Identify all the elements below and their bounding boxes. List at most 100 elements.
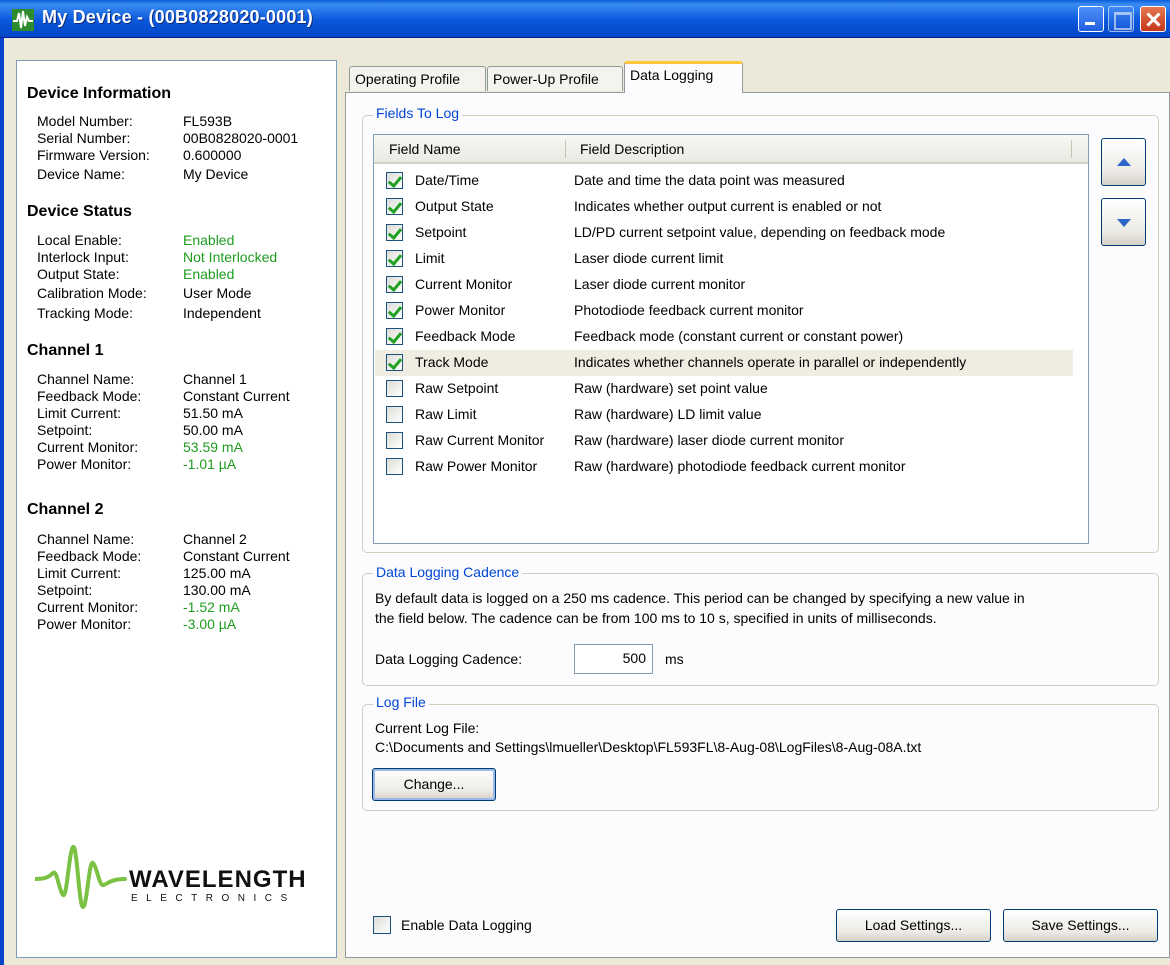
field-description: LD/PD current setpoint value, depending … [574, 224, 946, 240]
current-log-file-path: C:\Documents and Settings\lmueller\Deskt… [375, 739, 922, 755]
tab-operating-profile[interactable]: Operating Profile [349, 66, 486, 91]
field-description: Laser diode current limit [574, 250, 724, 266]
cadence-unit: ms [665, 651, 684, 667]
move-up-button[interactable] [1101, 138, 1146, 186]
ch1-name-label: Channel Name: [37, 371, 135, 387]
fields-list-header: Field Name Field Description [374, 135, 1088, 164]
ch1-power-monitor-value: -1.01 µA [183, 456, 237, 472]
serial-number-label: Serial Number: [37, 130, 131, 146]
move-down-button[interactable] [1101, 198, 1146, 246]
ch2-feedback-mode-label: Feedback Mode: [37, 548, 142, 564]
firmware-version-value: 0.600000 [183, 147, 242, 163]
ch2-name-value: Channel 2 [183, 531, 247, 547]
interlock-input-label: Interlock Input: [37, 249, 129, 265]
enable-data-logging-checkbox[interactable] [373, 916, 391, 934]
ch1-limit-current-value: 51.50 mA [183, 405, 243, 421]
field-name: Current Monitor [415, 276, 513, 292]
arrow-up-icon [1117, 158, 1131, 166]
field-name: Raw Setpoint [415, 380, 499, 396]
checkbox[interactable] [386, 172, 403, 189]
checkbox[interactable] [386, 276, 403, 293]
list-item[interactable]: Setpoint LD/PD current setpoint value, d… [375, 220, 1073, 246]
list-item-selected[interactable]: Track Mode Indicates whether channels op… [375, 350, 1073, 376]
field-name: Feedback Mode [415, 328, 516, 344]
calibration-mode-value: User Mode [183, 285, 252, 301]
log-file-group-title: Log File [373, 694, 429, 710]
save-settings-button[interactable]: Save Settings... [1003, 909, 1158, 942]
ch1-limit-current-label: Limit Current: [37, 405, 122, 421]
column-header-field-description[interactable]: Field Description [580, 141, 684, 157]
ch1-current-monitor-label: Current Monitor: [37, 439, 139, 455]
field-name: Output State [415, 198, 494, 214]
enable-data-logging-label[interactable]: Enable Data Logging [401, 917, 532, 933]
field-description: Date and time the data point was measure… [574, 172, 845, 188]
checkbox[interactable] [386, 458, 403, 475]
ch1-feedback-mode-label: Feedback Mode: [37, 388, 142, 404]
ch1-feedback-mode-value: Constant Current [183, 388, 290, 404]
field-name: Raw Power Monitor [415, 458, 538, 474]
field-name: Date/Time [415, 172, 480, 188]
device-status-heading: Device Status [27, 203, 132, 220]
app-icon [12, 9, 34, 31]
list-item[interactable]: Raw Setpoint Raw (hardware) set point va… [375, 376, 1073, 402]
close-button[interactable] [1140, 6, 1166, 32]
column-separator[interactable] [1071, 140, 1072, 158]
ch1-name-value: Channel 1 [183, 371, 247, 387]
checkbox[interactable] [386, 198, 403, 215]
title-bar: My Device - (00B0828020-0001) [0, 0, 1170, 38]
cadence-group-title: Data Logging Cadence [373, 564, 523, 580]
serial-number-value: 00B0828020-0001 [183, 130, 299, 146]
list-item[interactable]: Current Monitor Laser diode current moni… [375, 272, 1073, 298]
field-name: Limit [415, 250, 445, 266]
list-item[interactable]: Raw Power Monitor Raw (hardware) photodi… [375, 454, 1073, 480]
checkbox[interactable] [386, 406, 403, 423]
column-separator[interactable] [565, 140, 566, 158]
local-enable-label: Local Enable: [37, 232, 122, 248]
checkbox[interactable] [386, 224, 403, 241]
ch2-limit-current-value: 125.00 mA [183, 565, 251, 581]
ch2-setpoint-value: 130.00 mA [183, 582, 251, 598]
window-title: My Device - (00B0828020-0001) [42, 7, 313, 27]
list-item[interactable]: Raw Current Monitor Raw (hardware) laser… [375, 428, 1073, 454]
cadence-input[interactable]: 500 [574, 644, 653, 674]
device-information-heading: Device Information [27, 85, 172, 102]
fields-list[interactable]: Field Name Field Description Date/Time D… [373, 134, 1089, 544]
minimize-button[interactable] [1078, 6, 1104, 32]
checkbox[interactable] [386, 354, 403, 371]
ch2-current-monitor-label: Current Monitor: [37, 599, 139, 615]
list-item[interactable]: Output State Indicates whether output cu… [375, 194, 1073, 220]
model-number-label: Model Number: [37, 113, 133, 129]
logo-name: WAVELENGTH [129, 866, 307, 893]
tracking-mode-value: Independent [183, 305, 261, 321]
list-item[interactable]: Date/Time Date and time the data point w… [375, 168, 1073, 194]
checkbox[interactable] [386, 380, 403, 397]
device-info-panel: Device Information Model Number: FL593B … [16, 60, 337, 958]
ch2-limit-current-label: Limit Current: [37, 565, 122, 581]
model-number-value: FL593B [183, 113, 233, 129]
list-item[interactable]: Raw Limit Raw (hardware) LD limit value [375, 402, 1073, 428]
fields-to-log-title: Fields To Log [373, 105, 463, 121]
change-log-file-button[interactable]: Change... [372, 768, 496, 801]
tab-power-up-profile[interactable]: Power-Up Profile [487, 66, 623, 91]
list-item[interactable]: Limit Laser diode current limit [375, 246, 1073, 272]
field-description: Indicates whether output current is enab… [574, 198, 882, 214]
tab-data-logging[interactable]: Data Logging [624, 61, 743, 93]
list-item[interactable]: Power Monitor Photodiode feedback curren… [375, 298, 1073, 324]
checkbox[interactable] [386, 328, 403, 345]
list-item[interactable]: Feedback Mode Feedback mode (constant cu… [375, 324, 1073, 350]
field-description: Laser diode current monitor [574, 276, 746, 292]
ch1-power-monitor-label: Power Monitor: [37, 456, 132, 472]
checkbox[interactable] [386, 432, 403, 449]
maximize-button[interactable] [1108, 6, 1134, 32]
field-name: Track Mode [415, 354, 489, 370]
column-header-field-name[interactable]: Field Name [389, 141, 461, 157]
checkbox[interactable] [386, 250, 403, 267]
ch2-power-monitor-value: -3.00 µA [183, 616, 237, 632]
load-settings-button[interactable]: Load Settings... [836, 909, 991, 942]
field-description: Indicates whether channels operate in pa… [574, 354, 967, 370]
ch2-setpoint-label: Setpoint: [37, 582, 93, 598]
window-frame [0, 38, 4, 965]
field-name: Setpoint [415, 224, 467, 240]
checkbox[interactable] [386, 302, 403, 319]
channel2-heading: Channel 2 [27, 501, 104, 518]
